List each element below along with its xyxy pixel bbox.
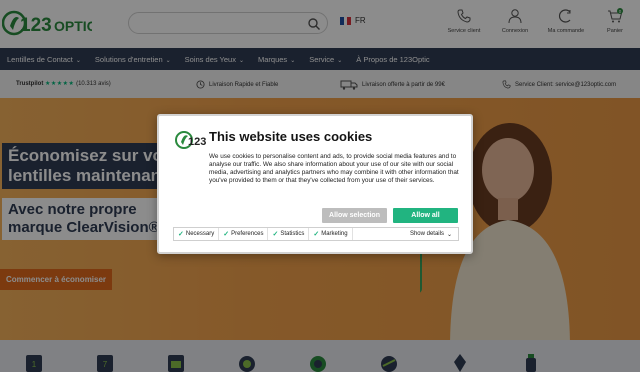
consent-preferences-label: Preferences: [231, 231, 264, 237]
cookie-dialog-body: We use cookies to personalise content an…: [209, 153, 459, 185]
checkmark-icon: ✓: [223, 231, 230, 238]
consent-necessary[interactable]: ✓ Necessary: [174, 228, 220, 240]
consent-preferences[interactable]: ✓ Preferences: [219, 228, 269, 240]
show-details-button[interactable]: Show details ⌄: [404, 231, 458, 238]
allow-all-button[interactable]: Allow all: [393, 208, 458, 223]
allow-selection-button[interactable]: Allow selection: [322, 208, 387, 223]
consent-necessary-label: Necessary: [185, 231, 215, 237]
cookie-dialog-title: This website uses cookies: [209, 129, 373, 144]
consent-marketing[interactable]: ✓ Marketing: [309, 228, 353, 240]
consent-statistics[interactable]: ✓ Statistics: [268, 228, 310, 240]
svg-text:123: 123: [188, 136, 206, 148]
consent-marketing-label: Marketing: [321, 231, 348, 237]
show-details-label: Show details: [409, 231, 444, 237]
cookie-consent-dialog: 123 This website uses cookies We use coo…: [157, 114, 473, 254]
checkmark-icon: ✓: [272, 231, 279, 238]
consent-statistics-label: Statistics: [280, 231, 305, 237]
checkmark-icon: ✓: [313, 231, 320, 238]
consent-options-bar: ✓ Necessary ✓ Preferences ✓ Statistics ✓…: [173, 227, 459, 241]
checkmark-icon: ✓: [178, 231, 184, 238]
chevron-down-icon: ⌄: [446, 231, 452, 238]
cookie-dialog-logo: 123: [175, 131, 206, 149]
